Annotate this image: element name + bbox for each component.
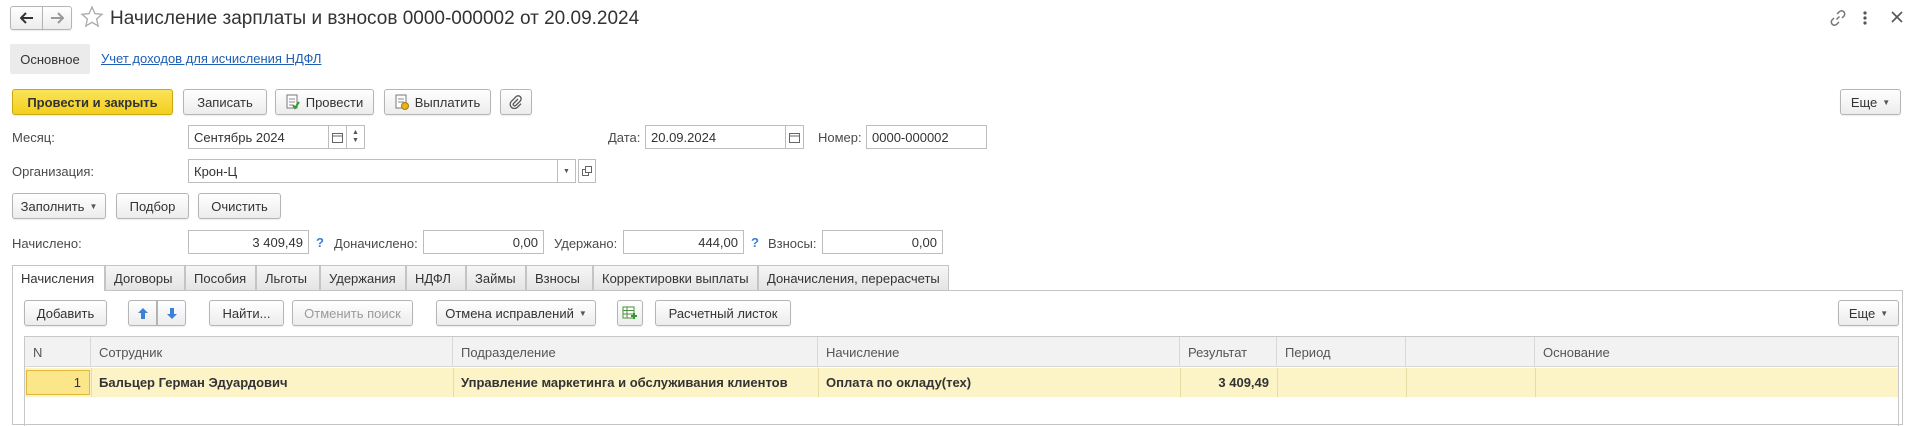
pay-button[interactable]: Выплатить: [384, 89, 491, 115]
accrued-label: Начислено:: [12, 236, 82, 251]
post-label: Провести: [305, 94, 364, 110]
date-value: 20.09.2024: [651, 129, 717, 145]
tab-label: Займы: [475, 270, 516, 286]
tab-loans[interactable]: Займы: [466, 265, 526, 290]
close-icon[interactable]: [1890, 10, 1904, 24]
date-field[interactable]: 20.09.2024: [645, 125, 786, 149]
nav-link-ndfl[interactable]: Учет доходов для исчисления НДФЛ: [101, 51, 321, 66]
caret-down-icon: ▼: [1882, 97, 1891, 107]
tab-label: Корректировки выплаты: [602, 270, 749, 286]
forward-button[interactable]: [42, 6, 72, 30]
tab-label: Пособия: [194, 270, 247, 286]
back-button[interactable]: [10, 6, 43, 30]
month-value: Сентябрь 2024: [194, 129, 285, 145]
fill-label: Заполнить: [20, 198, 85, 214]
contributions-label: Взносы:: [768, 236, 817, 251]
tab-label: Начисления: [21, 271, 95, 286]
clear-label: Очистить: [211, 198, 268, 214]
tab-label: НДФЛ: [415, 270, 451, 286]
month-stepper[interactable]: ▲ ▼: [347, 125, 365, 149]
accrued-value: 3 409,49: [252, 234, 303, 250]
organization-value: Крон-Ц: [194, 163, 238, 179]
calendar-icon: [789, 132, 800, 143]
tab-accruals[interactable]: Начисления: [12, 265, 105, 291]
open-window-icon: [582, 166, 592, 176]
more-label: Еще: [1850, 94, 1878, 110]
more-button[interactable]: Еще ▼: [1840, 89, 1901, 115]
save-label: Записать: [197, 94, 253, 110]
withheld-field: 444,00: [623, 230, 744, 254]
tab-ndfl[interactable]: НДФЛ: [406, 265, 466, 290]
tab-recalculations[interactable]: Доначисления, перерасчеты: [758, 265, 949, 290]
tab-label: Удержания: [329, 270, 396, 286]
stepper-down-icon[interactable]: ▼: [352, 137, 359, 145]
month-label: Месяц:: [12, 130, 55, 145]
pay-label: Выплатить: [414, 94, 481, 110]
caret-down-icon: ▼: [89, 201, 98, 211]
paperclip-icon: [509, 95, 523, 109]
pick-button[interactable]: Подбор: [116, 193, 189, 219]
contributions-value: 0,00: [911, 234, 937, 250]
additional-field: 0,00: [423, 230, 544, 254]
clear-button[interactable]: Очистить: [198, 193, 281, 219]
number-label: Номер:: [818, 130, 862, 145]
help-icon[interactable]: ?: [316, 235, 324, 250]
attach-button[interactable]: [500, 89, 532, 115]
pay-document-icon: [395, 94, 409, 110]
tab-contributions[interactable]: Взносы: [526, 265, 593, 290]
tab-deductions[interactable]: Удержания: [320, 265, 406, 290]
tab-payment-corrections[interactable]: Корректировки выплаты: [593, 265, 758, 290]
fill-button[interactable]: Заполнить ▼: [12, 193, 106, 219]
post-and-close-button[interactable]: Провести и закрыть: [12, 89, 173, 115]
additional-value: 0,00: [512, 234, 538, 250]
post-and-close-label: Провести и закрыть: [27, 94, 158, 110]
number-field[interactable]: 0000-000002: [866, 125, 987, 149]
tab-label: Доначисления, перерасчеты: [767, 270, 940, 286]
nav-main[interactable]: Основное: [10, 44, 90, 74]
pick-label: Подбор: [129, 198, 176, 214]
organization-open-button[interactable]: [578, 159, 596, 183]
help-icon[interactable]: ?: [751, 235, 759, 250]
link-icon[interactable]: [1830, 10, 1846, 26]
stepper-up-icon[interactable]: ▲: [352, 129, 359, 137]
nav-main-label: Основное: [20, 51, 80, 67]
page-title: Начисление зарплаты и взносов 0000-00000…: [110, 8, 640, 29]
withheld-value: 444,00: [698, 234, 738, 250]
arrow-right-icon: [50, 12, 64, 24]
chevron-down-icon: ▼: [563, 167, 570, 175]
arrow-left-icon: [19, 12, 34, 24]
tab-label: Договоры: [114, 270, 173, 286]
month-field[interactable]: Сентябрь 2024: [188, 125, 329, 149]
post-document-icon: [286, 94, 300, 110]
post-button[interactable]: Провести: [275, 89, 374, 115]
withheld-label: Удержано:: [554, 236, 618, 251]
accrued-field: 3 409,49: [188, 230, 309, 254]
favorite-star-icon[interactable]: [80, 5, 104, 29]
organization-dropdown-button[interactable]: ▼: [558, 159, 576, 183]
month-calendar-button[interactable]: [329, 125, 347, 149]
tab-label: Взносы: [535, 270, 580, 286]
tab-panel: [12, 290, 1903, 425]
tab-privileges[interactable]: Льготы: [256, 265, 320, 290]
contributions-field: 0,00: [822, 230, 943, 254]
calendar-icon: [332, 132, 343, 143]
save-button[interactable]: Записать: [183, 89, 267, 115]
tab-contracts[interactable]: Договоры: [105, 265, 185, 290]
date-label: Дата:: [608, 130, 641, 145]
organization-label: Организация:: [12, 164, 95, 179]
additional-label: Доначислено:: [334, 236, 418, 251]
organization-field[interactable]: Крон-Ц: [188, 159, 558, 183]
tab-benefits[interactable]: Пособия: [185, 265, 256, 290]
more-vertical-icon[interactable]: [1862, 10, 1868, 26]
tab-label: Льготы: [265, 270, 308, 286]
number-value: 0000-000002: [872, 129, 949, 145]
date-calendar-button[interactable]: [786, 125, 804, 149]
